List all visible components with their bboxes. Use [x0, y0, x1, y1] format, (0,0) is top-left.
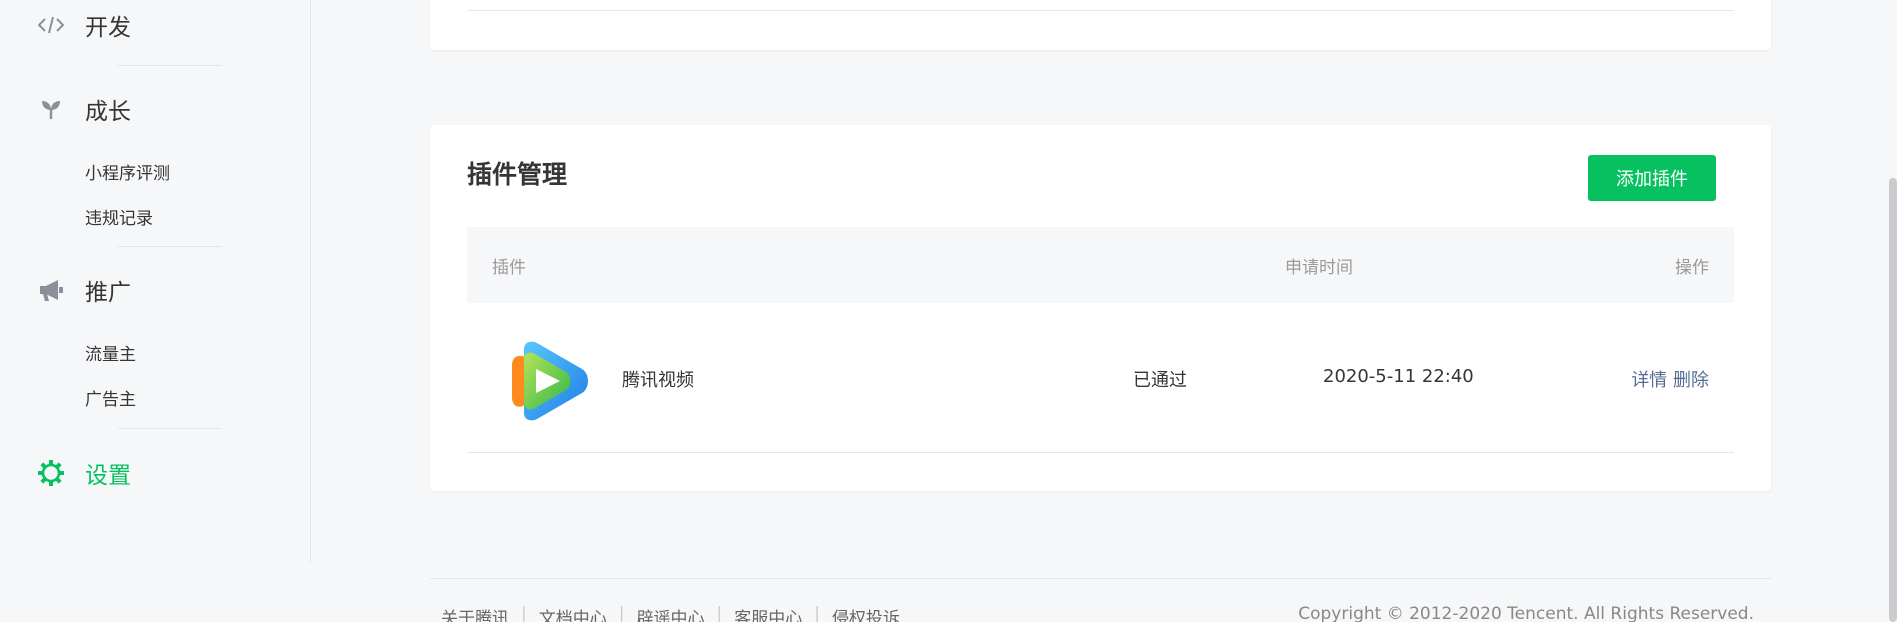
gear-icon [37, 459, 65, 487]
footer-link-complaint[interactable]: 侵权投诉 [832, 604, 900, 622]
divider [118, 428, 222, 429]
footer-link-about[interactable]: 关于腾讯 [441, 604, 509, 622]
code-icon [37, 11, 65, 39]
sidebar-subitem-publisher[interactable]: 流量主 [85, 340, 136, 365]
footer-link-docs[interactable]: 文档中心 [539, 604, 607, 622]
footer-divider [430, 578, 1771, 579]
sidebar-item-label: 开发 [85, 15, 131, 41]
megaphone-icon [37, 276, 65, 304]
scrollbar-thumb[interactable] [1889, 178, 1897, 622]
column-header-plugin: 插件 [492, 258, 526, 278]
table-row: 腾讯视频 已通过 2020-5-11 22:40 详情 删除 [467, 303, 1734, 453]
separator: | [618, 604, 625, 622]
scrollbar[interactable] [1889, 0, 1897, 622]
column-header-action: 操作 [1675, 258, 1709, 278]
separator: | [521, 604, 527, 622]
sidebar-item-label: 推广 [85, 280, 131, 306]
plugin-management-card: 插件管理 添加插件 插件 申请时间 操作 腾讯视频 已通过 2020-5-11 … [430, 125, 1771, 491]
separator: | [716, 604, 723, 622]
tencent-video-logo-icon [502, 341, 592, 421]
status-badge: 已通过 [1133, 370, 1187, 391]
divider [467, 10, 1734, 11]
column-header-time: 申请时间 [1285, 258, 1353, 278]
table-header: 插件 申请时间 操作 [467, 227, 1734, 303]
plugin-name: 腾讯视频 [622, 370, 694, 391]
footer-link-support[interactable]: 客服中心 [734, 604, 802, 622]
separator: | [814, 604, 820, 622]
apply-time: 2020-5-11 22:40 [1323, 366, 1474, 387]
detail-link[interactable]: 详情 [1631, 370, 1667, 391]
sidebar-subitem-advertiser[interactable]: 广告主 [85, 385, 136, 410]
sidebar: 开发 成长 小程序评测 违规记录 推广 流量主 广告主 设置 [0, 0, 311, 563]
sprout-icon [37, 95, 65, 123]
copyright: Copyright © 2012-2020 Tencent. All Right… [1298, 604, 1754, 622]
add-plugin-button[interactable]: 添加插件 [1588, 155, 1716, 201]
page: 开发 成长 小程序评测 违规记录 推广 流量主 广告主 设置 插件管理 添加插件… [0, 0, 1897, 622]
sidebar-item-label: 设置 [85, 463, 131, 489]
section-title: 插件管理 [467, 160, 568, 189]
sidebar-subitem-violations[interactable]: 违规记录 [85, 204, 153, 229]
previous-section-card [430, 0, 1771, 50]
delete-link[interactable]: 删除 [1673, 370, 1709, 391]
sidebar-subitem-evaluation[interactable]: 小程序评测 [85, 159, 170, 184]
sidebar-item-label: 成长 [85, 99, 131, 125]
row-actions: 详情 删除 [1631, 366, 1709, 392]
divider [118, 65, 222, 66]
footer-link-rumor[interactable]: 辟谣中心 [636, 604, 704, 622]
footer-links: 关于腾讯 | 文档中心 | 辟谣中心 | 客服中心 | 侵权投诉 [441, 604, 900, 622]
divider [118, 246, 222, 247]
